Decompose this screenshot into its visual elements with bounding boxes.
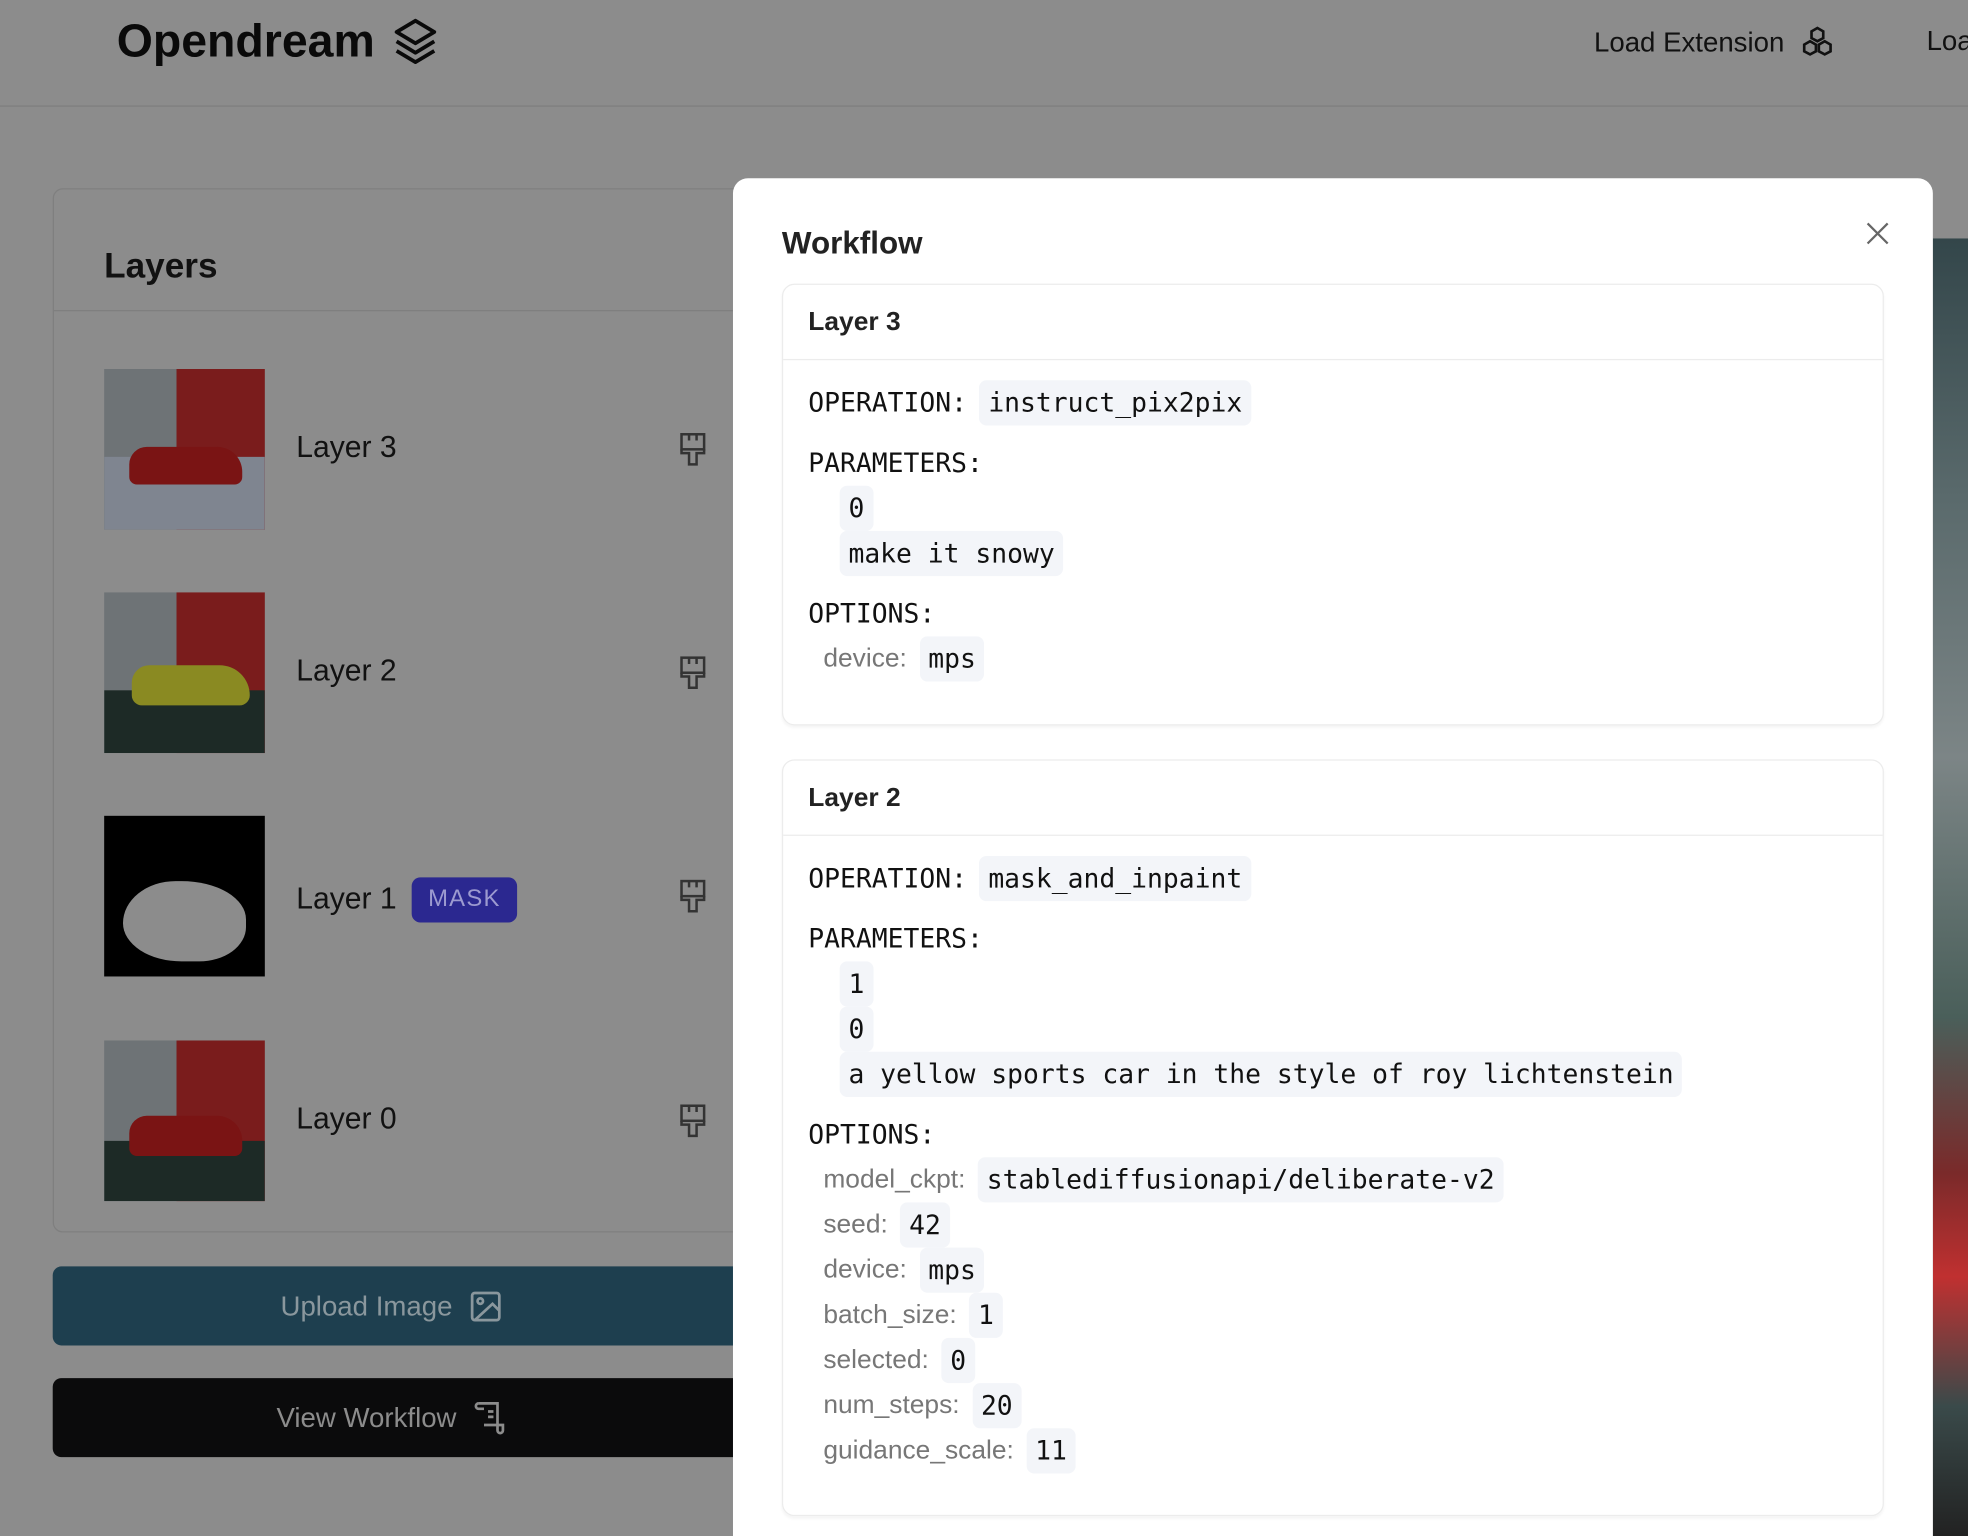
option-key: seed: [823, 1209, 888, 1239]
option-value: 0 [941, 1337, 975, 1384]
layers-panel: Layers Layer 3 Layer 2 Layer 1 MASK Laye… [52, 188, 806, 1233]
workflow-modal: Workflow Layer 3 OPERATION: instruct_pix2… [732, 178, 1933, 1536]
app-header: Opendream Load Extension Loa [0, 0, 1968, 107]
operation-label: OPERATION: [808, 387, 967, 418]
paintbrush-icon[interactable] [679, 655, 707, 690]
option-key: device: [823, 643, 907, 673]
layer-row[interactable]: Layer 2 [104, 592, 782, 754]
parameter-value: make it snowy [839, 530, 1064, 577]
cubes-icon [1802, 26, 1832, 56]
option-value: 1 [969, 1292, 1003, 1338]
parameters-label: PARAMETERS: [808, 923, 983, 954]
layer-name: Layer 0 [296, 1101, 397, 1136]
layer-name: Layer 1 [296, 882, 397, 917]
modal-title: Workflow [781, 225, 923, 262]
parameter-value: 0 [839, 485, 874, 531]
option-value: mps [919, 636, 985, 682]
divider [53, 310, 805, 312]
layer-name: Layer 3 [296, 430, 397, 465]
paintbrush-icon[interactable] [679, 879, 707, 914]
layer-row[interactable]: Layer 1 MASK [104, 815, 782, 977]
image-icon [471, 1290, 502, 1321]
options-label: OPTIONS: [808, 1119, 936, 1150]
paintbrush-icon[interactable] [679, 432, 707, 467]
upload-image-button[interactable]: Upload Image [52, 1266, 806, 1346]
option-key: selected: [823, 1345, 929, 1375]
layer-name: Layer 2 [296, 653, 397, 688]
option-key: num_steps: [823, 1390, 960, 1420]
layers-title: Layers [104, 245, 218, 285]
upload-image-label: Upload Image [280, 1289, 453, 1321]
canvas-image-preview [1932, 238, 1968, 1536]
workflow-step-card: Layer 3 OPERATION: instruct_pix2pix PARAM… [781, 283, 1884, 726]
parameter-value: a yellow sports car in the style of roy … [839, 1051, 1683, 1097]
option-key: model_ckpt: [823, 1164, 966, 1194]
operation-label: OPERATION: [808, 863, 967, 894]
layer-row[interactable]: Layer 3 [104, 368, 782, 530]
view-workflow-button[interactable]: View Workflow [52, 1378, 806, 1458]
step-title: Layer 3 [783, 285, 1883, 361]
view-workflow-label: View Workflow [276, 1401, 457, 1433]
layers-icon [394, 18, 436, 65]
parameter-value: 1 [839, 961, 874, 1007]
layer-thumbnail [104, 368, 265, 530]
operation-value: instruct_pix2pix [979, 380, 1252, 426]
parameter-value: 0 [839, 1006, 874, 1052]
layer-row[interactable]: Layer 0 [104, 1040, 782, 1202]
brand-logo[interactable]: Opendream [117, 15, 438, 68]
step-title: Layer 2 [783, 761, 1883, 836]
option-value: mps [919, 1247, 985, 1293]
options-label: OPTIONS: [808, 598, 936, 629]
option-key: device: [823, 1255, 907, 1284]
option-key: guidance_scale: [823, 1435, 1014, 1465]
load-link-truncated[interactable]: Loa [1927, 25, 1968, 58]
option-value: stablediffusionapi/deliberate-v2 [978, 1157, 1504, 1203]
load-extension-link[interactable]: Load Extension [1594, 25, 1835, 60]
mask-badge: MASK [411, 877, 518, 923]
option-value: 42 [900, 1202, 950, 1248]
operation-value: mask_and_inpaint [979, 855, 1252, 902]
load-extension-label: Load Extension [1593, 26, 1785, 58]
workflow-step-card: Layer 2 OPERATION: mask_and_inpaint PARAM… [781, 759, 1884, 1517]
scroll-icon [474, 1401, 504, 1434]
layer-thumbnail [104, 815, 265, 977]
parameters-label: PARAMETERS: [808, 448, 983, 479]
option-value: 20 [972, 1383, 1022, 1429]
close-icon[interactable] [1863, 218, 1893, 248]
paintbrush-icon[interactable] [679, 1103, 707, 1138]
brand-name: Opendream [116, 15, 375, 67]
option-value: 11 [1026, 1428, 1076, 1474]
option-key: batch_size: [823, 1300, 957, 1330]
load-link-label: Loa [1926, 25, 1968, 57]
layer-thumbnail [104, 1040, 265, 1202]
layer-thumbnail [104, 592, 265, 754]
